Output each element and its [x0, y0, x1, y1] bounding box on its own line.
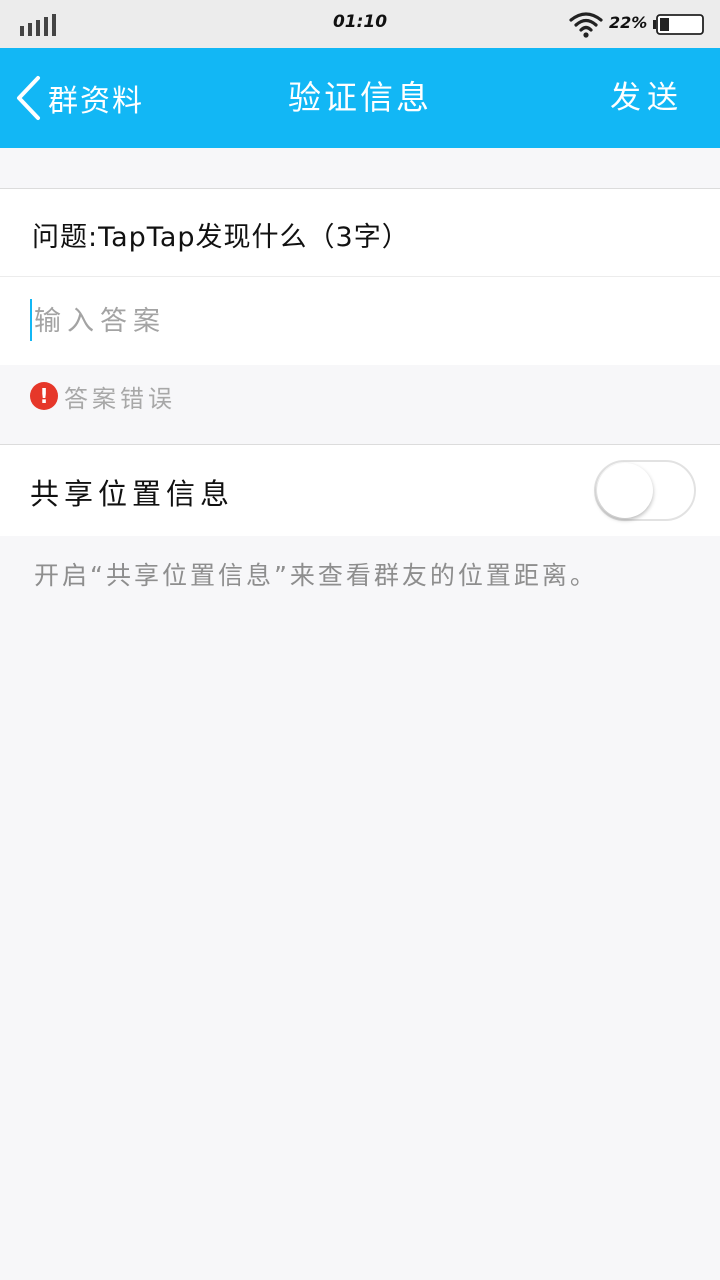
wifi-icon: [569, 12, 603, 38]
share-location-hint: 开启“共享位置信息”来查看群友的位置距离。: [34, 561, 598, 590]
question-row: 问题:TapTap发现什么（3字）: [0, 189, 720, 277]
answer-input[interactable]: [32, 291, 692, 351]
question-text: 问题:TapTap发现什么（3字）: [32, 222, 410, 253]
answer-row[interactable]: [0, 277, 720, 366]
error-text: 答案错误: [64, 384, 176, 413]
share-location-toggle[interactable]: [594, 460, 696, 521]
nav-bar: 群资料 验证信息 发送: [0, 48, 720, 148]
toggle-knob: [597, 463, 653, 518]
share-location-row: 共享位置信息: [0, 444, 720, 536]
status-bar: 01:10 22%: [0, 0, 720, 48]
verification-form: 问题:TapTap发现什么（3字）: [0, 188, 720, 365]
battery-percent: 22%: [609, 13, 648, 32]
exclamation-icon: !: [30, 382, 58, 410]
battery-icon: [653, 14, 704, 35]
share-location-label: 共享位置信息: [30, 477, 235, 511]
send-button[interactable]: 发送: [610, 74, 684, 122]
error-message: ! 答案错误: [30, 380, 176, 413]
